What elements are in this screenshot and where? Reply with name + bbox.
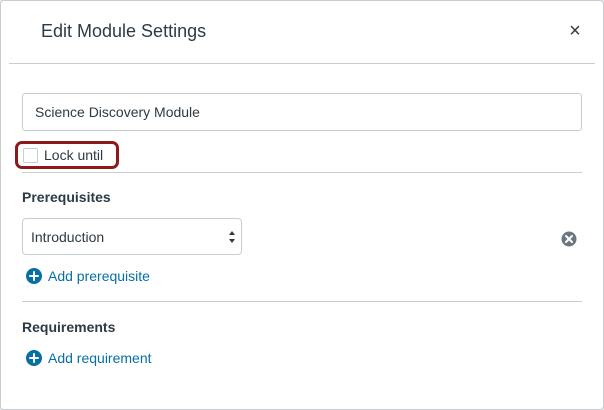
select-arrows-icon [229, 231, 235, 243]
lock-until-checkbox[interactable] [23, 147, 38, 163]
prerequisites-heading: Prerequisites [22, 189, 111, 205]
plus-circle-icon [26, 268, 42, 284]
remove-prerequisite-button[interactable] [561, 231, 577, 247]
dialog-header: Edit Module Settings × [1, 1, 603, 63]
module-name-input[interactable] [22, 93, 582, 131]
requirements-heading: Requirements [22, 319, 116, 335]
add-requirement-link[interactable]: Add requirement [26, 350, 152, 366]
plus-circle-icon [26, 350, 42, 366]
prerequisite-select[interactable]: Introduction [22, 218, 242, 255]
add-prerequisite-link[interactable]: Add prerequisite [26, 268, 150, 284]
add-prerequisite-label: Add prerequisite [48, 268, 150, 284]
dialog-title: Edit Module Settings [41, 21, 207, 41]
lock-until-option[interactable]: Lock until [23, 146, 103, 164]
edit-module-settings-dialog: Edit Module Settings × Lock until Prereq… [0, 0, 604, 410]
lock-until-label: Lock until [44, 147, 104, 163]
close-icon: × [569, 20, 581, 42]
add-requirement-label: Add requirement [48, 350, 152, 366]
prerequisite-select-value: Introduction [31, 229, 105, 245]
prerequisites-divider [22, 301, 582, 302]
header-divider [9, 63, 595, 64]
lock-divider [22, 172, 582, 173]
close-button[interactable]: × [567, 20, 583, 42]
remove-circle-icon [561, 231, 577, 247]
